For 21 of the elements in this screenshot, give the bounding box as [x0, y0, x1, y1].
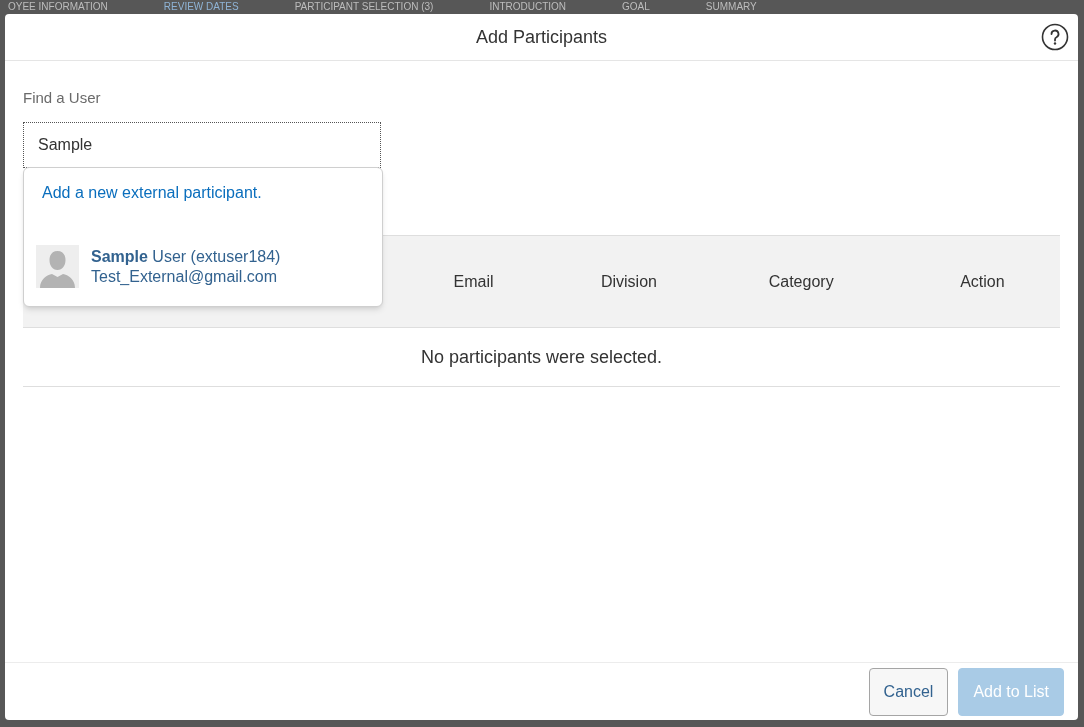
column-header: Action — [960, 271, 1005, 292]
column-header: Category — [768, 271, 834, 292]
user-suggestion[interactable]: Sample User (extuser184) Test_External@gmail.com — [24, 245, 382, 288]
background-tab-label: PARTICIPANT SELECTION (3) — [294, 2, 434, 12]
background-tab-label: REVIEW DATES — [163, 2, 239, 12]
column-header: Division — [600, 271, 657, 292]
add-external-link[interactable]: Add a new external participant. — [42, 184, 262, 201]
help-icon[interactable] — [1041, 23, 1069, 51]
user-email: Test_External@gmail.com — [91, 266, 279, 287]
background-tab-label: SUMMARY — [705, 2, 757, 12]
background-tab-label: INTRODUCTION — [489, 2, 567, 12]
avatar-icon — [36, 245, 79, 288]
background-tab-label: GOAL — [622, 2, 650, 12]
search-field[interactable]: Sample — [23, 122, 381, 168]
user-name: Sample User (extuser184) — [91, 246, 281, 267]
field-label: Find a User — [23, 89, 101, 107]
cancel-button[interactable]: Cancel — [868, 667, 949, 716]
empty-message: No participants were selected. — [420, 345, 663, 369]
dialog-title: Add Participants — [475, 25, 608, 49]
background-tab-label: OYEE INFORMATION — [8, 2, 108, 12]
column-header: Email — [453, 271, 494, 292]
